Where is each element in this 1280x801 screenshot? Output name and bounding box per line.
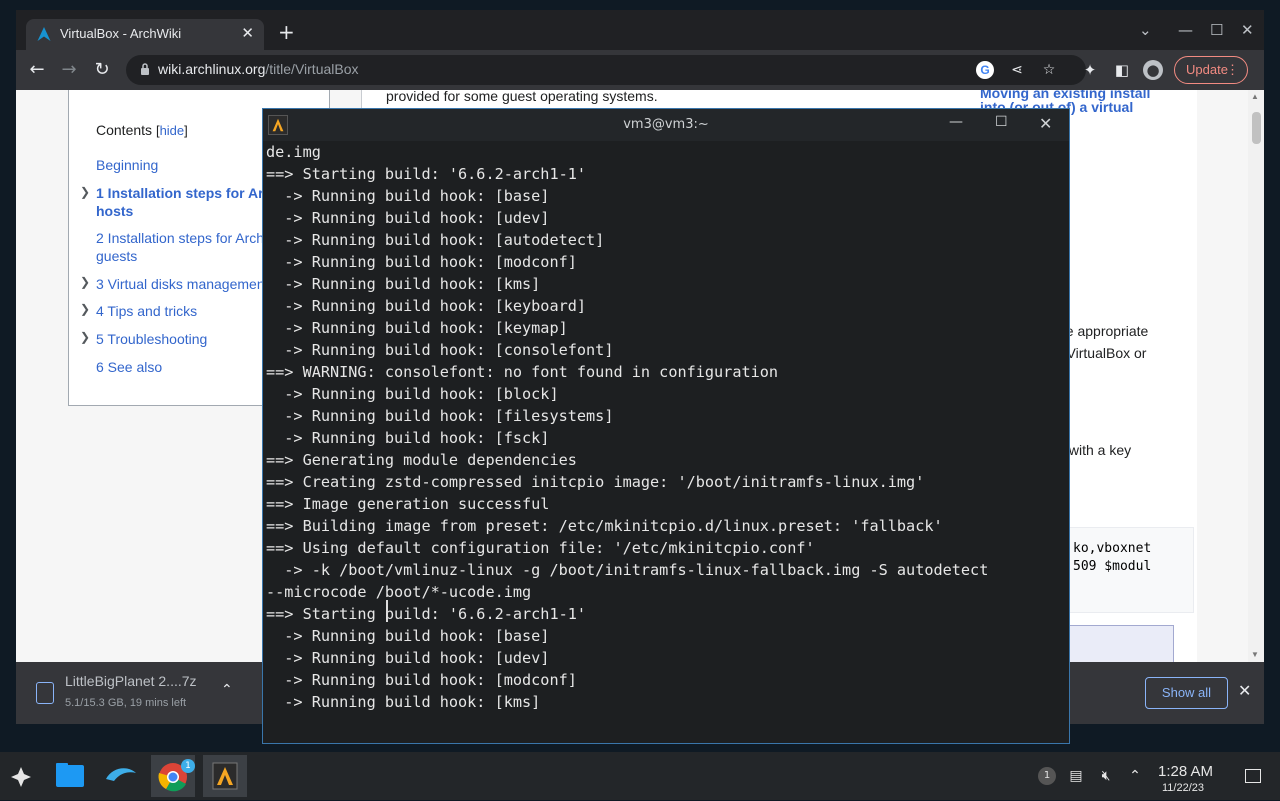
- profile-icon[interactable]: ●: [1143, 60, 1163, 80]
- terminal-line: de.img: [266, 143, 321, 161]
- terminal-line: -> Running build hook: [kms]: [266, 275, 541, 293]
- minimize-icon[interactable]: —: [949, 114, 963, 130]
- toc-hide-link[interactable]: hide: [160, 123, 185, 138]
- star-icon[interactable]: ☆: [1040, 61, 1058, 79]
- volume-muted-icon[interactable]: 🔇︎: [1097, 767, 1115, 785]
- updates-icon[interactable]: 1: [1038, 767, 1056, 785]
- share-icon[interactable]: ⋖: [1008, 61, 1026, 79]
- clipboard-icon[interactable]: ▤: [1067, 767, 1085, 785]
- close-shelf-icon[interactable]: ✕: [1238, 681, 1251, 700]
- tab-search-icon[interactable]: ⌄: [1139, 21, 1152, 39]
- toc-title: Contents [hide]: [96, 122, 188, 138]
- terminal-line: -> Running build hook: [modconf]: [266, 253, 577, 271]
- chevron-right-icon[interactable]: ❯: [80, 302, 90, 316]
- chevron-up-icon[interactable]: ⌃: [1126, 767, 1144, 785]
- terminal-line: ==> Building image from preset: /etc/mki…: [266, 517, 943, 535]
- scroll-down-icon[interactable]: ▼: [1251, 650, 1259, 659]
- terminal-line: -> Running build hook: [fsck]: [266, 429, 550, 447]
- terminal-line: -> Running build hook: [block]: [266, 385, 559, 403]
- terminal-line: ==> Starting build: '6.6.2-arch1-1': [266, 165, 587, 183]
- article-text-fragment: r VirtualBox or: [1058, 345, 1147, 361]
- terminal-line: -> Running build hook: [base]: [266, 627, 550, 645]
- app-launcher-icon[interactable]: [8, 764, 34, 790]
- update-button[interactable]: Update ⋮: [1174, 56, 1248, 84]
- terminal-line: -> Running build hook: [keyboard]: [266, 297, 587, 315]
- maximize-icon[interactable]: ☐: [995, 114, 1008, 130]
- chevron-up-icon[interactable]: ⌃: [221, 682, 233, 698]
- terminal-line: ==> Generating module dependencies: [266, 451, 577, 469]
- terminal-output[interactable]: de.img ==> Starting build: '6.6.2-arch1-…: [266, 141, 1066, 741]
- article-text-fragment: he appropriate: [1058, 323, 1149, 339]
- browser-tab[interactable]: VirtualBox - ArchWiki ✕: [26, 19, 264, 50]
- download-file-name[interactable]: LittleBigPlanet 2....7z: [65, 673, 197, 689]
- terminal-line: -> Running build hook: [consolefont]: [266, 341, 614, 359]
- scroll-up-icon[interactable]: ▲: [1251, 92, 1259, 101]
- arch-logo-icon: [37, 27, 51, 41]
- show-desktop-icon[interactable]: [1245, 769, 1261, 783]
- taskbar-chrome[interactable]: 1: [151, 755, 195, 797]
- browser-toolbar: ← → ↻ wiki.archlinux.org/title/VirtualBo…: [16, 50, 1264, 90]
- url-text: wiki.archlinux.org/title/VirtualBox: [158, 61, 359, 77]
- article-text: provided for some guest operating system…: [386, 90, 658, 104]
- close-window-icon[interactable]: ✕: [1241, 21, 1254, 39]
- reload-icon[interactable]: ↻: [91, 59, 113, 80]
- terminal-line: -> Running build hook: [udev]: [266, 649, 550, 667]
- page-scrollbar[interactable]: ▲ ▼: [1248, 90, 1264, 662]
- menu-icon[interactable]: ⋮: [1226, 57, 1239, 83]
- scrollbar-thumb[interactable]: [1252, 112, 1261, 144]
- terminal-window[interactable]: vm3@vm3:~ — ☐ ✕ de.img ==> Starting buil…: [262, 108, 1070, 744]
- taskbar-terminal[interactable]: [203, 755, 247, 797]
- terminal-line: -> Running build hook: [base]: [266, 187, 550, 205]
- terminal-line: ==> Creating zstd-compressed initcpio im…: [266, 473, 925, 491]
- alacritty-icon: [212, 762, 238, 790]
- chevron-right-icon[interactable]: ❯: [80, 330, 90, 344]
- terminal-line: -> Running build hook: [autodetect]: [266, 231, 605, 249]
- lock-icon: [141, 63, 149, 75]
- clock-time[interactable]: 1:28 AM: [1158, 763, 1213, 780]
- terminal-line: ==> Using default configuration file: '/…: [266, 539, 815, 557]
- terminal-line: -> -k /boot/vmlinuz-linux -g /boot/initr…: [266, 561, 989, 579]
- terminal-line: -> Running build hook: [udev]: [266, 209, 550, 227]
- minimize-icon[interactable]: —: [1178, 21, 1193, 39]
- folder-icon: [56, 763, 84, 787]
- terminal-line: -> Running build hook: [kms]: [266, 693, 541, 711]
- taskbar-file-manager[interactable]: [48, 755, 92, 797]
- download-file-icon: [36, 682, 54, 704]
- chevron-right-icon[interactable]: ❯: [80, 275, 90, 289]
- new-tab-button[interactable]: +: [278, 22, 295, 42]
- maximize-icon[interactable]: ☐: [1210, 21, 1223, 39]
- clock-date[interactable]: 11/22/23: [1162, 782, 1204, 794]
- extensions-icon[interactable]: ✦: [1080, 60, 1100, 80]
- forward-arrow-icon[interactable]: →: [58, 59, 80, 80]
- taskbar-dolphin-emulator[interactable]: [98, 755, 142, 797]
- close-icon[interactable]: ✕: [1039, 114, 1052, 133]
- dolphin-icon: [106, 768, 136, 781]
- tab-bar: VirtualBox - ArchWiki ✕ + ⌄ — ☐ ✕: [16, 10, 1264, 50]
- terminal-titlebar[interactable]: vm3@vm3:~ — ☐ ✕: [263, 109, 1069, 141]
- mouse-ibeam-cursor: [386, 600, 388, 622]
- chevron-right-icon[interactable]: ❯: [80, 185, 90, 199]
- terminal-line: -> Running build hook: [keymap]: [266, 319, 568, 337]
- show-all-button[interactable]: Show all: [1145, 677, 1228, 709]
- close-tab-icon[interactable]: ✕: [241, 24, 254, 42]
- taskbar: 1 1 ▤ 🔇︎ ⌃ 1:28 AM 11/22/23: [0, 752, 1280, 800]
- address-bar[interactable]: wiki.archlinux.org/title/VirtualBox G ⋖ …: [126, 55, 1086, 85]
- terminal-line: ==> WARNING: consolefont: no font found …: [266, 363, 779, 381]
- terminal-line: -> Running build hook: [filesystems]: [266, 407, 614, 425]
- notification-badge: 1: [181, 759, 195, 773]
- google-icon[interactable]: G: [976, 61, 994, 79]
- terminal-line: ==> Image generation successful: [266, 495, 550, 513]
- sidepanel-icon[interactable]: ◧: [1112, 60, 1132, 80]
- tab-title: VirtualBox - ArchWiki: [60, 26, 182, 41]
- back-arrow-icon[interactable]: ←: [26, 59, 48, 80]
- terminal-line: -> Running build hook: [modconf]: [266, 671, 577, 689]
- download-status: 5.1/15.3 GB, 19 mins left: [65, 697, 187, 709]
